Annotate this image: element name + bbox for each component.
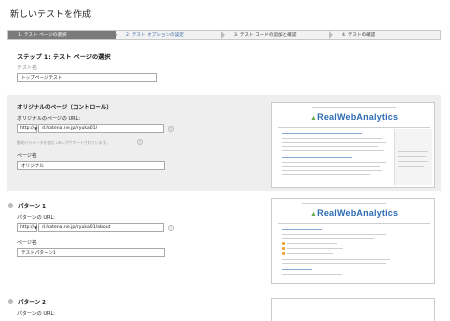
pattern-1-heading: パターン 1 [18,204,46,210]
chevron-down-icon: ▼ [34,225,38,230]
pattern-2-heading: パターン 2 [18,300,46,306]
thumb-site-title: RealWebAnalytics [317,208,399,218]
thumb-line [312,107,396,108]
test-name-input[interactable]: トップページテスト [17,73,157,82]
thumb-line [282,150,384,151]
thumb-line [282,170,382,171]
help-icon[interactable]: ? [168,225,174,231]
protocol-value: http:// [20,225,35,230]
thumb-line [398,156,426,157]
thumb-line [398,151,428,152]
thumb-line [398,166,424,167]
step-1-label: 1. テスト ページの選択 [18,33,67,38]
thumb-line [282,138,382,139]
pattern-1-page-name-label: ページ名 [17,240,37,246]
pattern-1-url-input[interactable]: d.hatena.ne.jp/ryuka01/about [38,223,164,232]
thumb-line [287,253,333,254]
bullet-icon [282,242,285,245]
step-2-label[interactable]: 2. テスト オプションの設定 [126,32,184,38]
thumb-site-banner: ▲RealWebAnalytics [310,112,399,122]
thumb-sidebar [394,129,432,185]
wizard-steps: 1. テスト ページの選択 2. テスト オプションの設定 3. テスト コード… [7,30,441,40]
step-1-select-pages: 1. テスト ページの選択 [8,31,117,39]
original-protocol-select[interactable]: http:// ▼ [17,124,37,133]
step-4-review: 4. テストの確認 [332,31,440,39]
thumb-line [282,274,342,275]
pattern-1-page-name-input[interactable]: テストパターン1 [17,248,165,257]
chevron-down-icon: ▼ [34,126,38,131]
pattern-2-bullet [8,299,13,304]
protocol-value: http:// [20,126,35,131]
page-title: 新しいテストを作成 [10,10,92,20]
original-heading: オリジナルのページ（コントロール） [17,105,112,111]
step1-heading: ステップ 1: テスト ページの選択 [17,54,111,61]
thumb-site-banner: ▲RealWebAnalytics [310,208,399,218]
original-page-name-label: ページ名 [17,153,37,159]
original-url-label: オリジナルのページの URL: [17,116,81,122]
thumb-line [278,127,430,128]
pattern-2-thumbnail [271,298,435,321]
thumb-line [282,263,386,264]
thumb-line [398,161,428,162]
thumb-line [282,234,386,235]
thumb-line [282,259,390,260]
thumb-site-title: RealWebAnalytics [317,112,399,122]
thumb-line [282,229,322,230]
thumb-line [287,248,343,249]
thumb-line [282,146,378,147]
step-2-set-options[interactable]: 2. テスト オプションの設定 [116,31,225,39]
thumb-line [282,133,362,134]
step-3-add-code: 3. テスト コードの追加と確認 [224,31,333,39]
thumb-line [282,174,370,175]
thumb-line [278,223,430,224]
thumb-line [302,203,386,204]
thumb-line [287,243,337,244]
thumb-line [282,238,374,239]
thumb-line [282,162,386,163]
bullet-icon [282,252,285,255]
pattern-1-thumbnail: ▲RealWebAnalytics [271,198,435,284]
test-name-label: テスト名 [17,65,38,71]
thumb-line [282,269,312,270]
pattern-1-url-label: パターンの URL: [17,215,55,221]
original-url-input[interactable]: d.hatena.ne.jp/ryuka01/ [38,124,164,133]
pattern-1-bullet [8,203,13,208]
thumb-line [282,157,352,158]
step-4-label: 4. テストの確認 [342,33,376,38]
bullet-icon [282,247,285,250]
help-icon[interactable]: ? [168,126,174,132]
help-icon[interactable]: ? [137,139,143,145]
pattern-1-protocol-select[interactable]: http:// ▼ [17,223,37,232]
step-3-label: 3. テスト コードの追加と確認 [234,33,297,38]
dynamic-params-note: 動的パラメータを含む URL がサポートされています。 [17,140,110,145]
original-page-name-input[interactable]: オリジナル [17,161,165,170]
pattern-2-url-label: パターンの URL: [17,311,55,317]
original-page-thumbnail: ▲RealWebAnalytics [271,102,435,188]
thumb-line [282,166,380,167]
thumb-line [282,142,386,143]
